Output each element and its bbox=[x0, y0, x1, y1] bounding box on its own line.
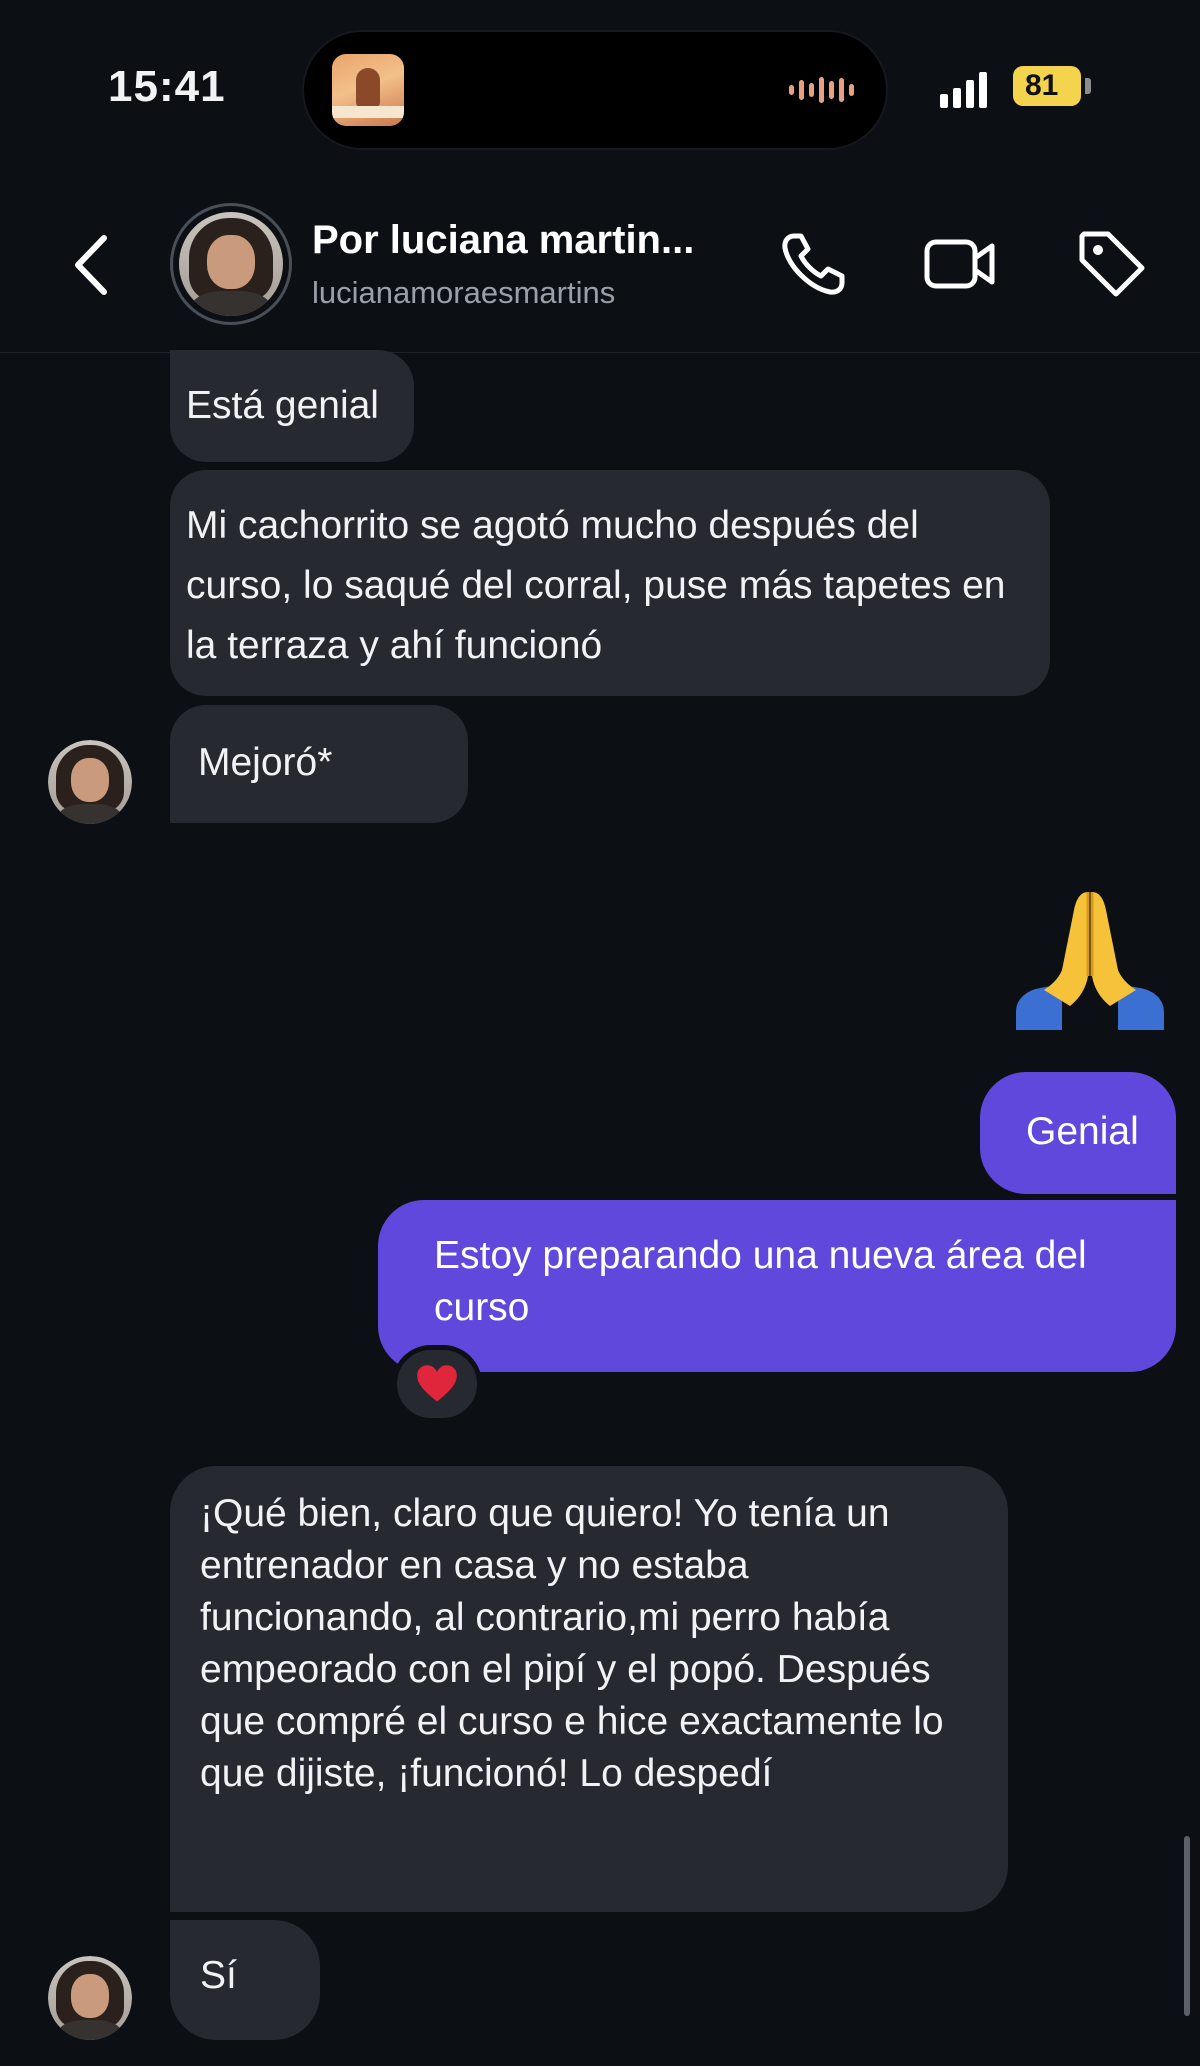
phone-icon[interactable] bbox=[776, 226, 852, 302]
contact-name[interactable]: Por luciana martin... bbox=[312, 218, 694, 263]
battery-level: 81 bbox=[1013, 66, 1081, 106]
back-chevron-icon[interactable] bbox=[64, 230, 124, 300]
heart-icon bbox=[417, 1365, 457, 1402]
praying-hands-emoji[interactable] bbox=[1010, 880, 1170, 1030]
scrollbar[interactable] bbox=[1184, 1836, 1190, 2016]
reaction-heart[interactable] bbox=[392, 1345, 482, 1423]
message-text: Estoy preparando una nueva área del curs… bbox=[434, 1234, 1087, 1329]
status-time: 15:41 bbox=[108, 62, 226, 111]
chat-header: Por luciana martin... lucianamoraesmarti… bbox=[0, 180, 1200, 353]
message-text: Mejoró* bbox=[198, 741, 333, 784]
message-text: Está genial bbox=[186, 384, 379, 427]
message-text: Mi cachorrito se agotó mucho después del… bbox=[186, 504, 1006, 667]
now-playing-thumbnail[interactable] bbox=[332, 54, 404, 126]
contact-avatar-small[interactable] bbox=[48, 740, 132, 824]
message-text: ¡Qué bien, claro que quiero! Yo tenía un… bbox=[200, 1492, 944, 1795]
battery-percentage: 81 bbox=[1025, 69, 1059, 102]
message-bubble[interactable]: Mi cachorrito se agotó mucho después del… bbox=[170, 470, 1050, 696]
message-bubble[interactable]: ¡Qué bien, claro que quiero! Yo tenía un… bbox=[170, 1466, 1008, 1912]
status-bar: 15:41 81 bbox=[0, 0, 1200, 180]
message-bubble[interactable]: Sí bbox=[170, 1920, 320, 2040]
tag-icon[interactable] bbox=[1074, 226, 1150, 302]
message-bubble[interactable]: Mejoró* bbox=[170, 705, 468, 823]
message-bubble[interactable]: Genial bbox=[980, 1072, 1176, 1194]
message-text: Sí bbox=[200, 1954, 237, 1997]
contact-avatar[interactable] bbox=[170, 203, 292, 325]
message-text: Genial bbox=[1026, 1110, 1139, 1153]
signal-icon bbox=[940, 66, 987, 108]
waveform-icon bbox=[789, 76, 854, 104]
contact-avatar-small[interactable] bbox=[48, 1956, 132, 2040]
dynamic-island[interactable] bbox=[304, 32, 886, 148]
battery-charging-icon bbox=[1085, 78, 1091, 94]
contact-handle[interactable]: lucianamoraesmartins bbox=[312, 275, 615, 311]
message-bubble[interactable]: Estoy preparando una nueva área del curs… bbox=[378, 1200, 1176, 1372]
message-bubble[interactable]: Está genial bbox=[170, 350, 414, 462]
video-camera-icon[interactable] bbox=[922, 226, 998, 302]
